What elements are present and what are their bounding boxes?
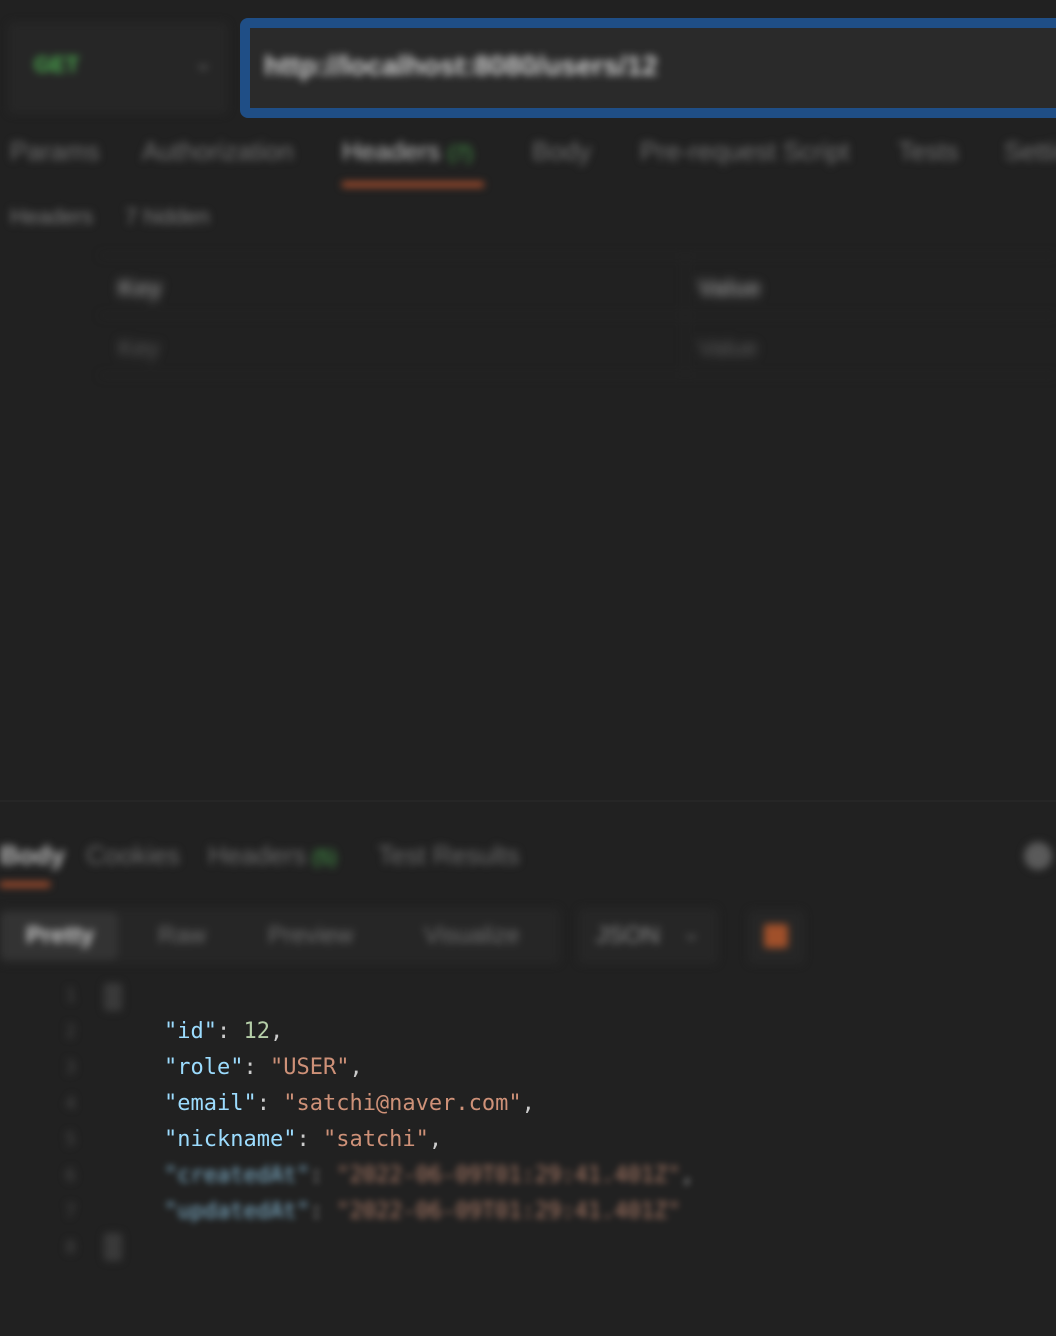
json-value: "USER" (269, 1055, 350, 1080)
json-key: "email" (164, 1091, 257, 1116)
tab-test-results[interactable]: Test Results (378, 840, 520, 871)
pane-divider[interactable] (0, 800, 1056, 802)
request-tabs: Params Authorization Headers (7) Body Pre… (0, 136, 1056, 176)
json-line-id: "id": 12, (164, 1019, 284, 1044)
response-headers-badge: (5) (312, 847, 337, 869)
line-number: 1 (65, 985, 76, 1006)
value-input[interactable]: Value (698, 335, 758, 363)
tab-pre-request-script[interactable]: Pre-request Script (640, 136, 850, 167)
headers-count-badge: (7) (448, 143, 473, 165)
json-line-updated-at: "updatedAt": "2022-06-09T01:29:41.401Z" (164, 1199, 681, 1224)
json-value: "2022-06-09T01:29:41.401Z" (336, 1163, 681, 1188)
pretty-button[interactable]: Pretty (0, 912, 118, 960)
active-tab-indicator (342, 182, 484, 187)
wrap-lines-button[interactable] (748, 910, 804, 964)
url-input[interactable]: http://localhost:8080/users/12 (240, 18, 1056, 118)
request-bar: GET ⌄ http://localhost:8080/users/12 (0, 0, 1056, 130)
response-tabs: Body Cookies Headers (5) Test Results (0, 840, 1056, 880)
url-text: http://localhost:8080/users/12 (264, 50, 658, 81)
method-select[interactable]: GET ⌄ (8, 22, 228, 114)
tab-body[interactable]: Body (532, 136, 591, 167)
json-key: "role" (164, 1055, 244, 1080)
value-column-header: Value (698, 275, 761, 302)
format-label: JSON (596, 922, 661, 949)
json-value: 12 (243, 1019, 270, 1044)
view-mode-bar: Pretty Raw Preview Visualize (0, 908, 560, 964)
table-divider (100, 375, 1056, 376)
tab-cookies[interactable]: Cookies (86, 840, 180, 871)
json-value: "satchi" (322, 1127, 429, 1152)
chevron-down-icon: ⌄ (194, 50, 213, 75)
line-number: 3 (65, 1057, 76, 1078)
tab-params[interactable]: Params (10, 136, 100, 167)
chevron-down-icon: ⌄ (682, 920, 701, 945)
fold-icon[interactable] (104, 983, 122, 1011)
format-select[interactable]: JSON ⌄ (578, 908, 718, 964)
json-line-created-at: "createdAt": "2022-06-09T01:29:41.401Z", (164, 1163, 694, 1188)
tab-authorization[interactable]: Authorization (142, 136, 294, 167)
json-value: "satchi@naver.com" (283, 1091, 522, 1116)
tab-response-headers-label: Headers (208, 840, 307, 870)
headers-subheader: Headers 7 hidden (10, 204, 210, 230)
json-key: "id" (164, 1019, 217, 1044)
tab-response-body[interactable]: Body (0, 840, 65, 871)
json-line-email: "email": "satchi@naver.com", (164, 1091, 535, 1116)
line-number: 8 (65, 1237, 76, 1258)
raw-button[interactable]: Raw (158, 922, 206, 950)
tab-tests[interactable]: Tests (898, 136, 959, 167)
tab-headers-label: Headers (342, 136, 441, 166)
line-number: 4 (65, 1093, 76, 1114)
response-body-editor[interactable]: 1 2 3 4 5 6 7 8 "id": 12, "role": "USER"… (0, 975, 1056, 1336)
json-key: "nickname" (164, 1127, 297, 1152)
line-number: 5 (65, 1129, 76, 1150)
wrap-icon (764, 924, 788, 948)
hidden-headers-toggle[interactable]: 7 hidden (125, 204, 209, 229)
headers-sub-label: Headers (10, 204, 94, 229)
tab-response-headers[interactable]: Headers (5) (208, 840, 337, 871)
table-column-divider (685, 255, 686, 375)
line-number: 6 (65, 1165, 76, 1186)
globe-icon[interactable] (1024, 842, 1052, 870)
json-line-role: "role": "USER", (164, 1055, 363, 1080)
visualize-button[interactable]: Visualize (424, 922, 520, 950)
line-number: 7 (65, 1201, 76, 1222)
active-response-tab-indicator (0, 882, 50, 887)
json-value: "2022-06-09T01:29:41.401Z" (336, 1199, 681, 1224)
preview-button[interactable]: Preview (268, 922, 353, 950)
line-number: 2 (65, 1021, 76, 1042)
tab-settings[interactable]: Settings (1004, 136, 1056, 167)
tab-headers[interactable]: Headers (7) (342, 136, 473, 167)
json-key: "createdAt" (164, 1163, 310, 1188)
fold-icon[interactable] (104, 1233, 122, 1261)
method-label: GET (34, 52, 80, 77)
json-key: "updatedAt" (164, 1199, 310, 1224)
json-line-nickname: "nickname": "satchi", (164, 1127, 443, 1152)
table-divider (100, 255, 1056, 256)
table-divider (100, 315, 1056, 316)
key-column-header: Key (118, 275, 163, 302)
key-input[interactable]: Key (118, 335, 159, 363)
headers-table: Key Value Key Value (30, 255, 1056, 376)
